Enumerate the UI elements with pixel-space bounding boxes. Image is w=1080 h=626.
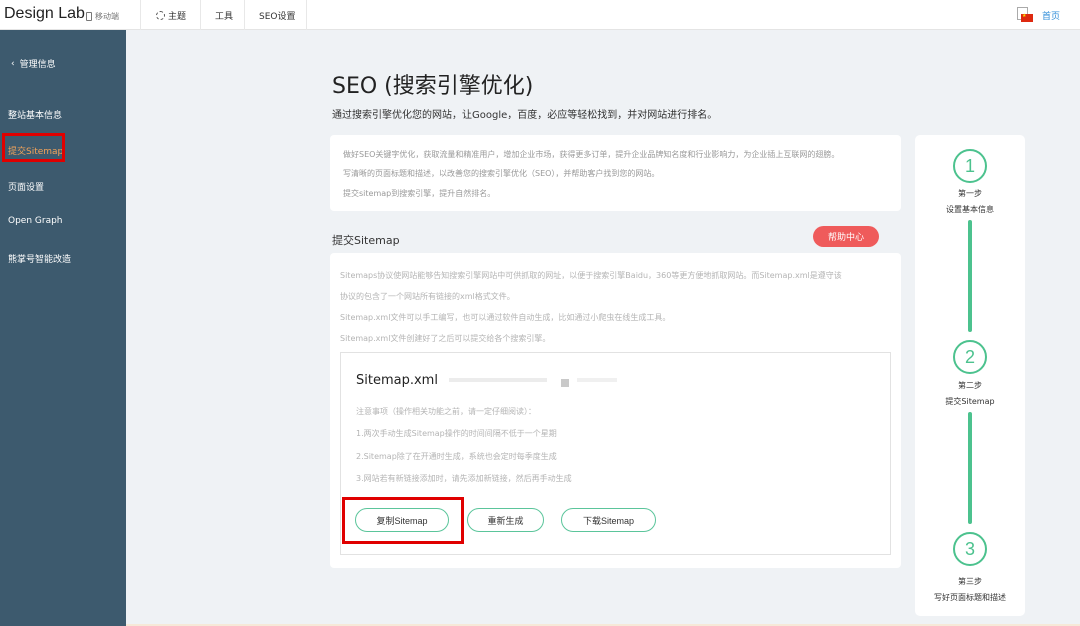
regenerate-button[interactable]: 重新生成: [467, 508, 544, 532]
sidebar-back-label: 管理信息: [19, 60, 56, 70]
nav-divider: [140, 0, 141, 30]
step-label: 第三步: [958, 577, 982, 586]
sitemap-url-redacted: [449, 378, 547, 382]
note-item: 1.两次手动生成Sitemap操作的时间间隔不低于一个星期: [356, 429, 557, 438]
top-bar: Design Lab 移动端 主题 工具 SEO设置 ★ 首页: [0, 0, 1080, 30]
download-sitemap-button[interactable]: 下载Sitemap: [561, 508, 656, 532]
highlight-box: [2, 133, 65, 162]
nav-tools-label: 工具: [215, 12, 234, 22]
nav-divider: [200, 0, 201, 30]
phone-icon: [86, 12, 92, 21]
intro-line: 写清晰的页面标题和描述，以改善您的搜索引擎优化（SEO），并帮助客户找到您的网站…: [343, 169, 660, 178]
sitemap-url-redacted: [577, 378, 617, 382]
note-heading: 注意事项（操作相关功能之前，请一定仔细阅读）：: [356, 407, 536, 416]
sitemap-desc-line: 协议的包含了一个网站所有链接的xml格式文件。: [340, 292, 515, 301]
nav-seo-label: SEO设置: [259, 12, 296, 22]
section-title: 提交Sitemap: [332, 234, 400, 247]
sitemap-desc-line: Sitemap.xml文件创建好了之后可以提交给各个搜索引擎。: [340, 334, 551, 343]
sidebar-item-page-settings[interactable]: 页面设置: [8, 180, 44, 193]
intro-card: 做好SEO关键字优化，获取流量和精准用户，增加企业市场，获得更多订单，提升企业品…: [330, 135, 901, 211]
theme-icon: [156, 11, 165, 20]
nav-divider: [244, 0, 245, 30]
mobile-switch[interactable]: 移动端: [86, 11, 119, 22]
chevron-left-icon: ‹: [11, 58, 15, 69]
page-title: SEO (搜索引擎优化): [332, 74, 534, 99]
step-number: 1: [953, 149, 987, 183]
step-name: 提交Sitemap: [945, 397, 995, 406]
sidebar-item-xiongzhang[interactable]: 熊掌号智能改造: [8, 252, 71, 265]
sitemap-desc-line: Sitemaps协议使网站能够告知搜索引擎网站中可供抓取的网址，以便于搜索引擎B…: [340, 271, 842, 280]
page-subtitle: 通过搜索引擎优化您的网站，让Google，百度，必应等轻松找到，并对网站进行排名…: [332, 110, 718, 121]
note-item: 3.网站若有新链接添加时，请先添加新链接，然后再手动生成: [356, 474, 572, 483]
sidebar-item-site-info[interactable]: 整站基本信息: [8, 108, 62, 121]
step-connector: [968, 412, 972, 524]
step-number: 3: [953, 532, 987, 566]
step-name: 写好页面标题和描述: [934, 593, 1006, 602]
step-label: 第二步: [958, 381, 982, 390]
help-center-button[interactable]: 帮助中心: [813, 226, 879, 247]
nav-seo[interactable]: SEO设置: [259, 9, 295, 22]
nav-divider: [306, 0, 307, 30]
logo[interactable]: Design Lab: [4, 5, 85, 23]
step-name: 设置基本信息: [946, 205, 994, 214]
sitemap-xml-title: Sitemap.xml: [356, 373, 438, 388]
nav-theme-label: 主题: [168, 12, 187, 22]
sidebar-item-open-graph[interactable]: Open Graph: [8, 216, 63, 226]
note-item: 2.Sitemap除了在开通时生成，系统也会定时每季度生成: [356, 452, 557, 461]
cn-flag-icon[interactable]: ★: [1017, 7, 1033, 23]
home-link[interactable]: 首页: [1042, 9, 1060, 22]
sidebar-back[interactable]: ‹ 管理信息: [11, 57, 56, 71]
nav-theme[interactable]: 主题: [156, 9, 186, 22]
steps-panel: 1 第一步 设置基本信息 2 第二步 提交Sitemap 3 第三步 写好页面标…: [915, 135, 1025, 616]
mobile-label: 移动端: [95, 12, 119, 21]
nav-tools[interactable]: 工具: [215, 9, 233, 22]
intro-line: 做好SEO关键字优化，获取流量和精准用户，增加企业市场，获得更多订单，提升企业品…: [343, 150, 840, 159]
step-label: 第一步: [958, 189, 982, 198]
step-connector: [968, 220, 972, 332]
sitemap-desc-line: Sitemap.xml文件可以手工编写，也可以通过软件自动生成，比如通过小爬虫在…: [340, 313, 671, 322]
highlight-box: [342, 497, 464, 544]
sidebar: ‹ 管理信息 整站基本信息 提交Sitemap 页面设置 Open Graph …: [0, 30, 126, 626]
step-number: 2: [953, 340, 987, 374]
intro-line: 提交sitemap到搜索引擎，提升自然排名。: [343, 189, 496, 198]
copy-icon[interactable]: [561, 379, 569, 387]
